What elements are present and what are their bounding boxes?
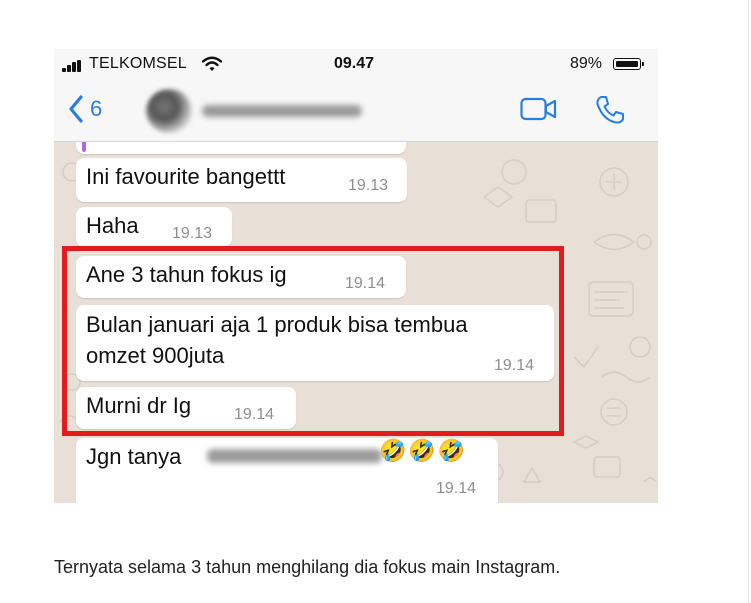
page-right-border: [748, 0, 749, 603]
message-time: 19.13: [348, 177, 389, 194]
message-bubble-partial[interactable]: [76, 142, 406, 154]
phone-call-icon[interactable]: [594, 94, 626, 126]
back-button[interactable]: 6: [68, 92, 102, 126]
ios-status-bar: TELKOMSEL 09.47 89%: [54, 49, 658, 79]
carrier-name: TELKOMSEL: [89, 55, 187, 72]
whatsapp-screenshot: TELKOMSEL 09.47 89% 6 Ini favourite bang…: [54, 49, 658, 503]
contact-avatar[interactable]: [146, 89, 192, 133]
contact-name-redacted[interactable]: [202, 105, 362, 117]
laughing-emoji: 🤣🤣🤣: [379, 438, 468, 463]
message-time: 19.13: [172, 225, 213, 242]
redacted-text: [207, 449, 382, 463]
chat-header: 6: [54, 79, 658, 142]
battery-icon: [613, 58, 644, 70]
wifi-icon: [202, 56, 222, 71]
battery-percent: 89%: [570, 55, 603, 72]
message-bubble[interactable]: Haha 19.13: [76, 207, 232, 247]
quote-bar: [82, 142, 86, 152]
article-caption: Ternyata selama 3 tahun menghilang dia f…: [54, 557, 561, 577]
unread-count: 6: [90, 96, 103, 121]
message-bubble[interactable]: Ini favourite bangettt 19.13: [76, 158, 407, 202]
message-text: Ini favourite bangettt: [86, 164, 286, 189]
highlight-box: [62, 246, 564, 436]
chevron-left-icon: [69, 95, 83, 123]
signal-strength-icon: [62, 60, 84, 72]
chat-conversation[interactable]: Ini favourite bangettt 19.13 Haha 19.13 …: [54, 142, 658, 503]
status-time: 09.47: [334, 55, 375, 72]
message-text: Jgn tanya: [86, 444, 182, 469]
video-call-icon[interactable]: [520, 96, 558, 122]
message-text: Haha: [86, 213, 139, 238]
message-time: 19.14: [436, 480, 477, 497]
